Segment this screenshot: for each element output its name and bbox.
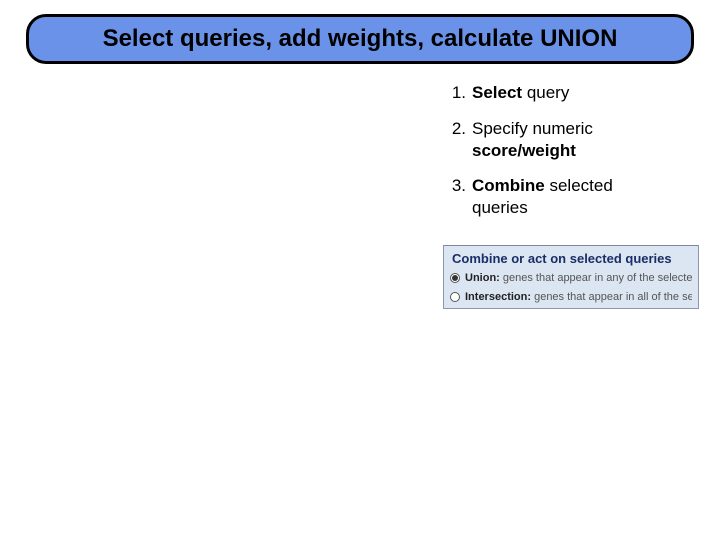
step-rest2: queries [472,198,528,217]
step-bold: Select [472,83,522,102]
panel-option-intersection[interactable]: Intersection: genes that appear in all o… [444,289,698,308]
step-number: 1. [444,82,472,104]
option-label: Intersection: genes that appear in all o… [465,291,692,305]
step-text: Combine selected queries [472,175,700,219]
steps-list: 1. Select query 2. Specify numeric score… [444,82,700,233]
step-bold: Combine [472,176,545,195]
option-desc: genes that appear in all of the selected… [534,291,692,303]
step-number: 2. [444,118,472,140]
step-item: 1. Select query [444,82,700,104]
combine-panel: Combine or act on selected queries Union… [443,245,699,309]
title-text: Select queries, add weights, calculate U… [103,25,618,53]
step-rest: query [522,83,569,102]
option-label: Union: genes that appear in any of the s… [465,272,692,286]
panel-option-union[interactable]: Union: genes that appear in any of the s… [444,270,698,289]
slide: Select queries, add weights, calculate U… [0,0,720,540]
step-bold-b: score/weight [472,141,576,160]
step-item: 2. Specify numeric score/weight [444,118,700,162]
option-name: Union: [465,272,500,284]
step-item: 3. Combine selected queries [444,175,700,219]
radio-intersection[interactable] [450,292,460,302]
option-desc: genes that appear in any of the selected… [503,272,692,284]
step-number: 3. [444,175,472,197]
radio-union[interactable] [450,273,460,283]
step-text: Select query [472,82,700,104]
step-line-a: Specify numeric [472,119,593,138]
option-name: Intersection: [465,291,531,303]
step-text: Specify numeric score/weight [472,118,700,162]
title-bar: Select queries, add weights, calculate U… [26,14,694,64]
step-rest: selected [545,176,613,195]
panel-title: Combine or act on selected queries [444,246,698,270]
